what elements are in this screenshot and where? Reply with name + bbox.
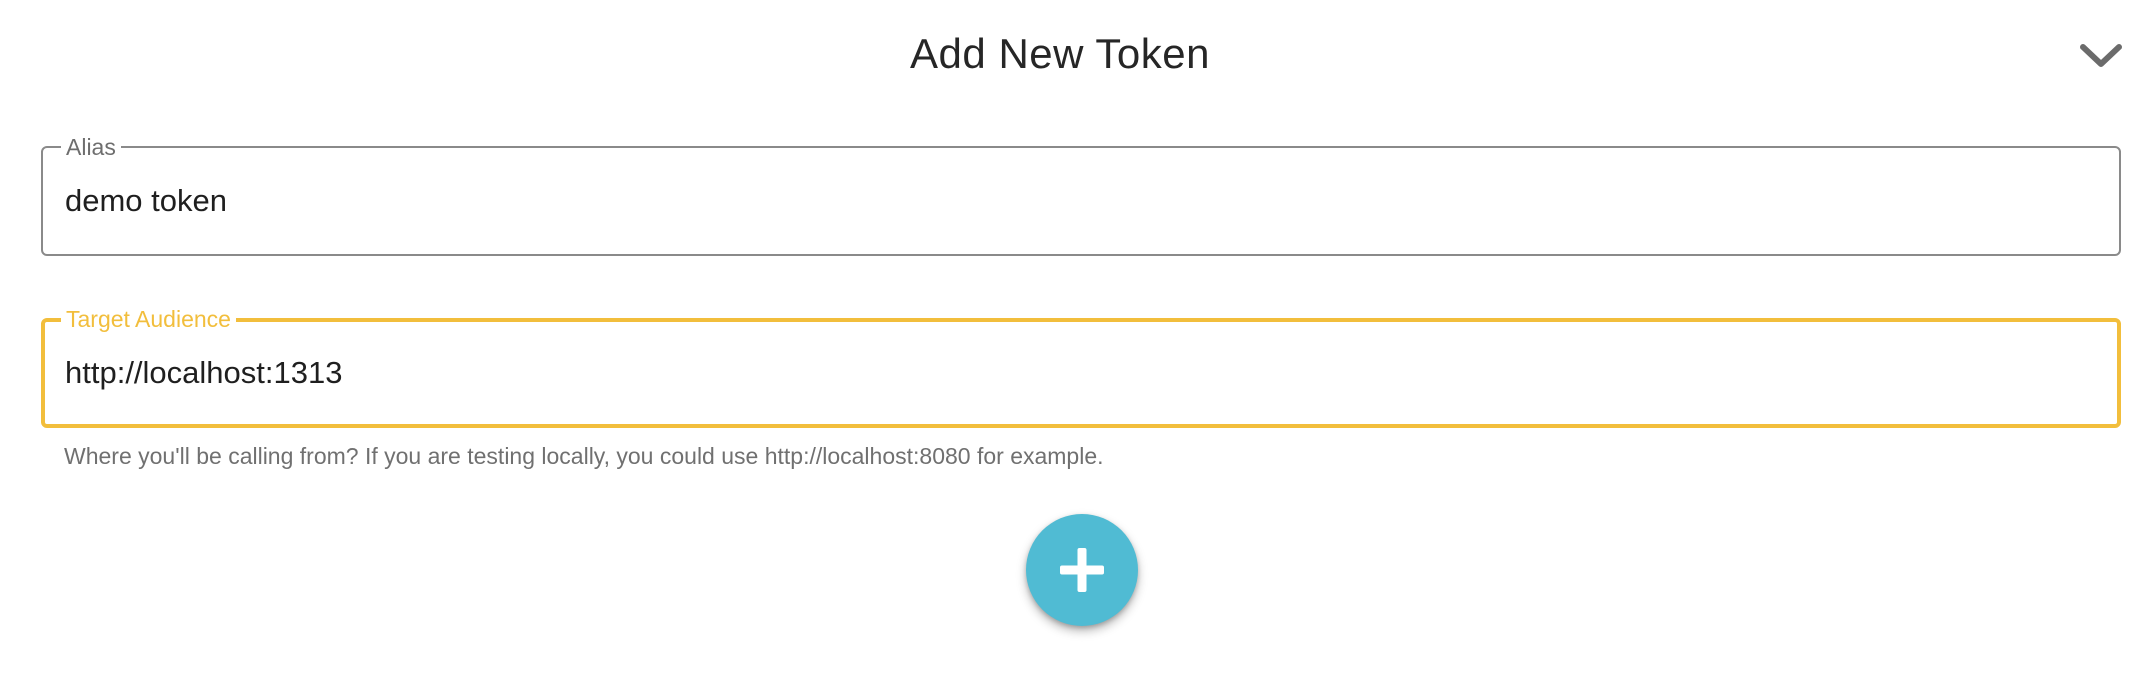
add-token-button[interactable] xyxy=(1026,514,1138,626)
alias-label: Alias xyxy=(61,133,121,161)
target-audience-label: Target Audience xyxy=(61,305,236,333)
plus-icon xyxy=(1060,548,1104,592)
add-token-panel: Add New Token Alias Target Audience Wher… xyxy=(0,0,2154,681)
alias-field: Alias xyxy=(41,133,2121,256)
target-audience-input[interactable] xyxy=(65,355,2095,391)
alias-input[interactable] xyxy=(65,183,2097,219)
target-audience-helper-text: Where you'll be calling from? If you are… xyxy=(64,443,1104,469)
chevron-down-icon xyxy=(2080,44,2122,67)
target-audience-field: Target Audience xyxy=(41,305,2121,428)
collapse-button[interactable] xyxy=(2078,38,2124,74)
panel-title: Add New Token xyxy=(910,30,1210,77)
